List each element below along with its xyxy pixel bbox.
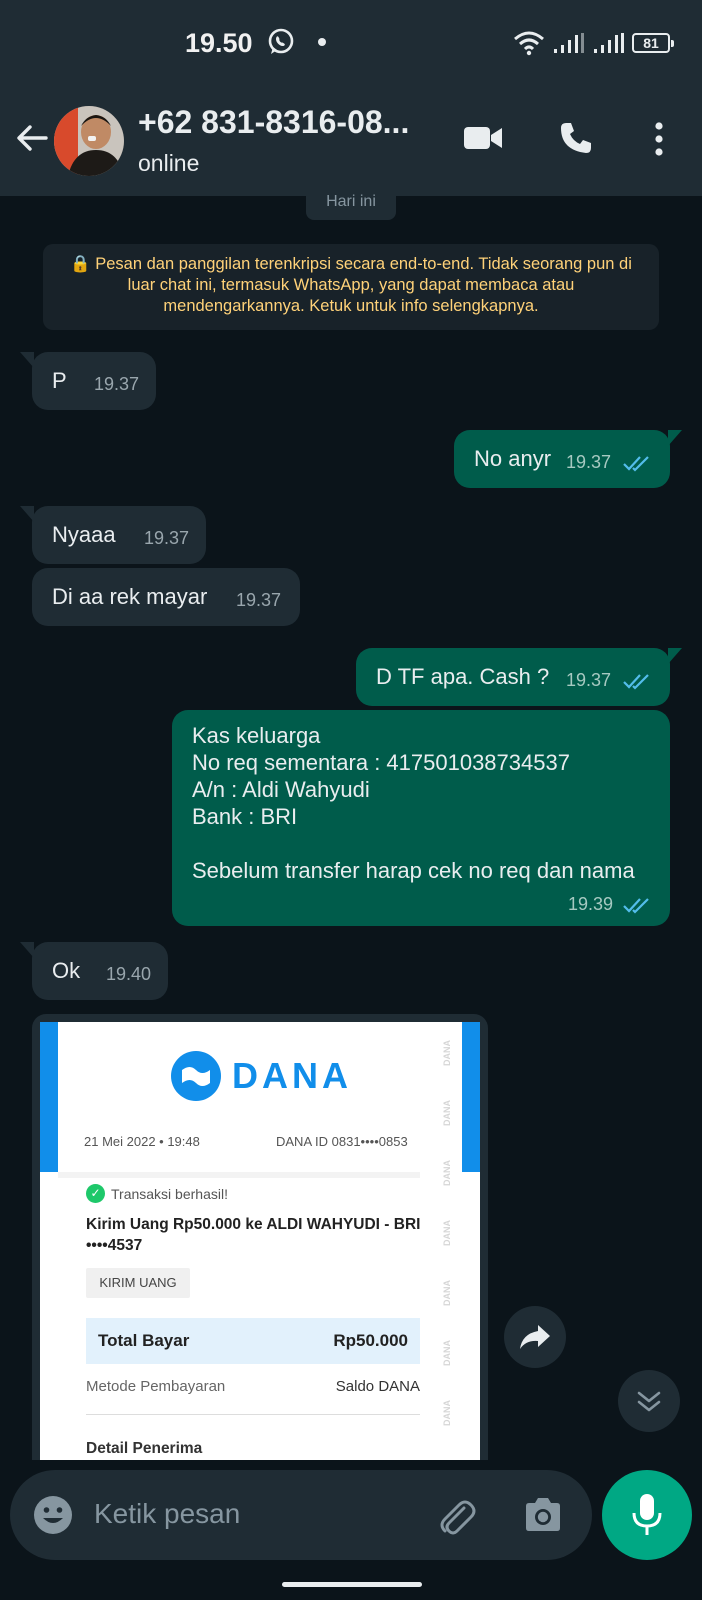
emoji-icon[interactable] — [32, 1494, 74, 1536]
receipt-success-status: ✓ Transaksi berhasil! — [86, 1184, 228, 1203]
message-input[interactable]: Ketik pesan — [94, 1498, 240, 1530]
battery-indicator: 81 — [632, 33, 674, 53]
double-chevron-down-icon — [637, 1391, 661, 1412]
message-text: Nyaaa — [52, 522, 116, 547]
message-bubble-outgoing[interactable]: Kas keluarga No req sementara : 41750103… — [172, 710, 670, 926]
signal-2-icon — [594, 33, 624, 53]
chat-header: +62 831-8316-08... online — [0, 88, 702, 196]
message-text: Ok — [52, 958, 81, 983]
forward-icon — [520, 1325, 550, 1349]
contact-avatar[interactable] — [54, 106, 124, 176]
message-text: P — [52, 368, 67, 393]
whatsapp-chat-screen: 19.50 81 +62 831-8316-08... online Hari … — [0, 0, 702, 1600]
scroll-to-bottom-button[interactable] — [618, 1370, 680, 1432]
signal-icon — [554, 33, 584, 53]
message-bubble-incoming[interactable]: Ok 19.40 — [20, 942, 168, 1000]
system-navigation-bar — [0, 1568, 702, 1600]
attachment-icon[interactable] — [434, 1494, 478, 1538]
message-text: D TF apa. Cash ? — [376, 664, 550, 689]
receipt-date: 21 Mei 2022 • 19:48 — [84, 1134, 200, 1149]
receipt-total-row: Total Bayar Rp50.000 — [86, 1318, 420, 1364]
message-time: 19.37 — [144, 528, 190, 548]
message-time: 19.39 — [568, 894, 614, 914]
more-options-icon[interactable] — [652, 122, 666, 156]
receipt-border-right — [462, 1022, 480, 1172]
notification-dot — [318, 38, 326, 46]
message-bubble-outgoing[interactable]: No anyr 19.37 — [454, 430, 682, 488]
receipt-dana-id: DANA ID 0831••••0853 — [276, 1134, 408, 1149]
message-text: Kas keluarga No req sementara : 41750103… — [192, 723, 635, 883]
status-bar: 19.50 81 — [0, 0, 702, 88]
microphone-icon — [632, 1494, 662, 1535]
receipt-border-left — [40, 1022, 58, 1172]
payment-method-label: Metode Pembayaran — [86, 1378, 226, 1395]
message-list[interactable]: Hari ini 🔒 Pesan dan panggilan terenkrip… — [0, 190, 702, 1460]
status-icons: 81 — [512, 30, 674, 56]
voice-message-button[interactable] — [602, 1470, 692, 1560]
message-bubble-incoming[interactable]: Nyaaa 19.37 — [20, 506, 206, 564]
message-time: 19.37 — [566, 452, 612, 472]
status-time: 19.50 — [185, 28, 253, 58]
encryption-notice[interactable]: 🔒 Pesan dan panggilan terenkripsi secara… — [43, 244, 659, 330]
receipt-line — [86, 1414, 420, 1415]
message-bubble-incoming[interactable]: P 19.37 — [20, 352, 156, 410]
message-time: 19.37 — [236, 590, 282, 610]
receipt-watermark: DANA DANA DANA DANA DANA DANA DANA — [442, 1040, 452, 1426]
camera-icon[interactable] — [522, 1496, 564, 1534]
message-text: Di aa rek mayar — [52, 584, 208, 609]
date-chip: Hari ini — [306, 190, 396, 220]
message-input-bar[interactable]: Ketik pesan — [10, 1470, 592, 1560]
dana-wallet-icon — [171, 1051, 221, 1101]
total-value: Rp50.000 — [333, 1331, 408, 1350]
message-text: No anyr — [474, 446, 552, 471]
home-gesture-pill[interactable] — [282, 1582, 422, 1587]
dana-receipt-image[interactable]: DANA DANA DANA DANA DANA DANA DANA DANA … — [40, 1022, 480, 1460]
contact-name[interactable]: +62 831-8316-08... — [138, 104, 409, 141]
back-arrow-icon[interactable] — [14, 120, 50, 156]
contact-status: online — [138, 150, 200, 176]
receipt-description: Kirim Uang Rp50.000 ke ALDI WAHYUDI - BR… — [86, 1216, 421, 1254]
message-bubble-outgoing[interactable]: D TF apa. Cash ? 19.37 — [356, 648, 682, 706]
total-label: Total Bayar — [98, 1331, 190, 1350]
whatsapp-notification-icon — [266, 27, 296, 62]
read-ticks-icon — [623, 674, 649, 690]
voice-call-icon[interactable] — [558, 120, 594, 156]
message-bubble-incoming[interactable]: Di aa rek mayar 19.37 — [32, 568, 300, 626]
receipt-tag: KIRIM UANG — [86, 1268, 190, 1298]
check-circle-icon: ✓ — [86, 1184, 105, 1203]
read-ticks-icon — [623, 898, 649, 914]
message-time: 19.37 — [94, 374, 140, 394]
message-time: 19.40 — [106, 964, 152, 984]
wifi-icon — [514, 31, 544, 56]
recipient-detail-label: Detail Penerima — [86, 1440, 203, 1457]
message-time: 19.37 — [566, 670, 612, 690]
receipt-divider — [58, 1172, 420, 1178]
dana-logo: DANA — [170, 1050, 352, 1102]
image-message-bubble[interactable]: DANA DANA DANA DANA DANA DANA DANA DANA … — [32, 1014, 488, 1460]
forward-button[interactable] — [504, 1306, 566, 1368]
payment-method-value: Saldo DANA — [335, 1378, 420, 1395]
read-ticks-icon — [623, 456, 649, 472]
video-call-icon[interactable] — [462, 122, 504, 154]
